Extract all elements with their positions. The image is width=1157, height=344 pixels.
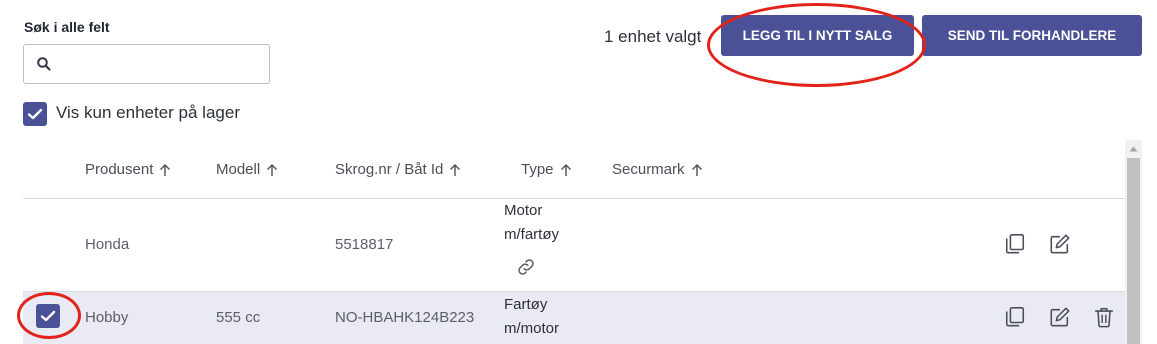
arrow-up-icon [691,163,702,176]
units-table: Produsent Modell Skrog.nr / Båt Id Type … [23,140,1125,344]
stock-only-checkbox[interactable] [23,102,47,126]
copy-icon[interactable] [1004,306,1026,328]
arrow-up-icon [267,163,278,176]
arrow-up-icon [560,163,571,176]
cell-type-line2: m/motor [504,320,560,337]
cell-modell: 555 cc [216,309,261,326]
search-field[interactable] [23,44,270,84]
link-icon[interactable] [515,256,537,278]
column-header-modell[interactable]: Modell [216,161,278,178]
table-scrollbar[interactable] [1125,140,1142,344]
search-label: Søk i alle felt [24,19,110,35]
table-row-selected[interactable]: Hobby 555 cc NO-HBAHK124B223 Fartøy m/mo… [23,291,1125,344]
copy-icon[interactable] [1004,233,1026,255]
cell-type-line1: Fartøy [504,296,548,313]
column-label: Securmark [612,161,685,178]
cell-produsent: Hobby [85,309,129,326]
scroll-thumb[interactable] [1127,158,1140,344]
send-to-dealers-button[interactable]: SEND TIL FORHANDLERE [922,15,1142,56]
stock-only-label: Vis kun enheter på lager [56,103,240,122]
column-header-type[interactable]: Type [521,161,572,178]
checkmark-icon [27,108,43,120]
scroll-up-button[interactable] [1125,140,1142,157]
row-select-checkbox[interactable] [36,304,60,328]
cell-type-line1: Motor [504,202,543,219]
search-input[interactable] [60,51,260,77]
add-to-new-sale-button[interactable]: LEGG TIL I NYTT SALG [721,15,914,56]
column-label: Produsent [85,161,154,178]
cell-produsent: Honda [85,236,130,253]
table-row[interactable]: Honda 5518817 Motor m/fartøy [23,199,1125,291]
cell-skrog: 5518817 [335,236,394,253]
column-header-securmark[interactable]: Securmark [612,161,703,178]
column-label: Type [521,161,554,178]
column-label: Modell [216,161,261,178]
trash-icon[interactable] [1093,306,1115,328]
column-header-produsent[interactable]: Produsent [85,161,171,178]
cell-skrog: NO-HBAHK124B223 [335,309,475,326]
column-label: Skrog.nr / Båt Id [335,161,444,178]
cell-type-line2: m/fartøy [504,226,559,243]
selected-count: 1 enhet valgt [604,27,702,46]
checkmark-icon [40,310,56,322]
edit-icon[interactable] [1049,233,1071,255]
arrow-up-icon [450,163,461,176]
edit-icon[interactable] [1049,306,1071,328]
arrow-up-icon [160,163,171,176]
caret-up-icon [1129,146,1138,151]
search-icon [37,57,51,71]
column-header-skrog[interactable]: Skrog.nr / Båt Id [335,161,461,178]
